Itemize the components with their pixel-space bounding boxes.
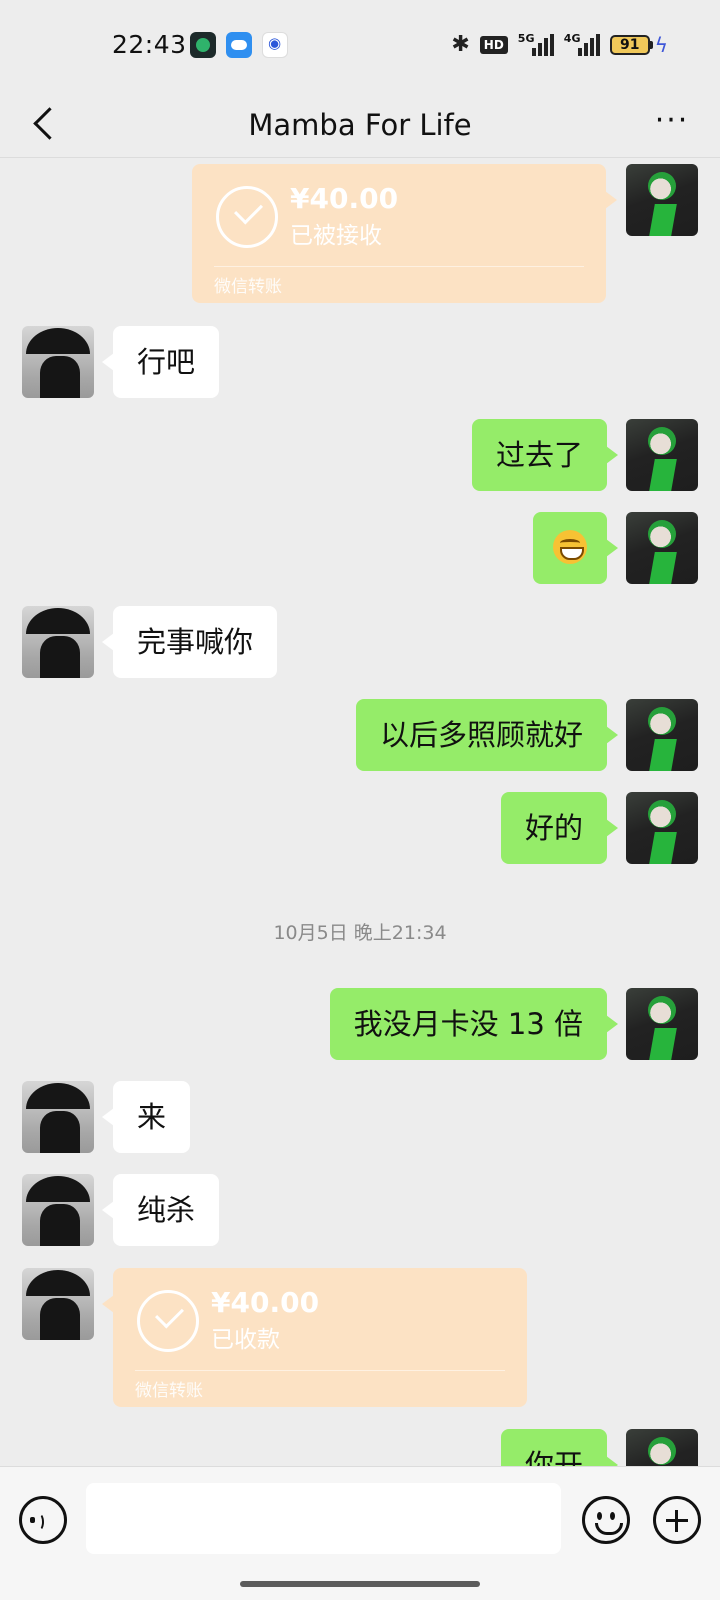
contact-avatar[interactable] <box>22 1081 94 1153</box>
my-avatar[interactable] <box>626 988 698 1060</box>
chat-input-bar <box>0 1466 720 1600</box>
weather-app-icon <box>226 32 252 58</box>
my-avatar[interactable] <box>626 792 698 864</box>
contact-avatar[interactable] <box>22 606 94 678</box>
chat-header: Mamba For Life ··· <box>0 92 720 158</box>
message-bubble-sent[interactable]: 以后多照顾就好 <box>355 699 619 771</box>
message-bubble-sent[interactable]: 我没月卡没 13 倍 <box>329 988 619 1060</box>
chat-title: Mamba For Life <box>248 108 472 142</box>
status-time: 22:43 <box>112 30 187 59</box>
bluetooth-icon: ✱ <box>451 32 470 57</box>
battery-level: 91 <box>609 34 650 55</box>
voice-input-icon[interactable] <box>19 1496 67 1544</box>
transfer-label: 微信转账 <box>135 1381 203 1401</box>
message-bubble-received[interactable]: 来 <box>101 1081 191 1153</box>
emoji-bubble-sent[interactable] <box>533 512 618 584</box>
security-app-icon <box>190 32 216 58</box>
charging-icon: ϟ <box>654 32 668 57</box>
status-bar: 22:43 ✱ HD 5G 4G 91 ϟ <box>0 0 720 92</box>
my-avatar[interactable] <box>626 419 698 491</box>
check-circle-icon <box>137 1290 199 1352</box>
transfer-label: 微信转账 <box>214 277 282 297</box>
contact-avatar[interactable] <box>22 326 94 398</box>
home-indicator[interactable] <box>240 1581 480 1587</box>
transfer-status: 已被接收 <box>290 223 382 249</box>
contact-avatar[interactable] <box>22 1268 94 1340</box>
message-bubble-received[interactable]: 完事喊你 <box>101 606 278 678</box>
chat-timestamp: 10月5日 晚上21:34 <box>273 922 447 944</box>
signal-4g-icon: 4G <box>564 32 600 56</box>
contact-avatar[interactable] <box>22 1174 94 1246</box>
plus-icon[interactable] <box>653 1496 701 1544</box>
emoji-picker-icon[interactable] <box>582 1496 630 1544</box>
hd-voice-icon: HD <box>479 35 508 54</box>
signal-5g-icon: 5G <box>518 32 554 56</box>
battery-icon: 91 ϟ <box>609 32 668 57</box>
more-options-icon[interactable]: ··· <box>650 104 694 144</box>
message-bubble-received[interactable]: 行吧 <box>101 326 220 398</box>
transfer-card-sent[interactable]: ¥40.00 已被接收 微信转账 <box>192 164 617 303</box>
transfer-amount: ¥40.00 <box>211 1286 320 1319</box>
check-circle-icon <box>216 186 278 248</box>
my-avatar[interactable] <box>626 512 698 584</box>
my-avatar[interactable] <box>626 164 698 236</box>
transfer-status: 已收款 <box>211 1327 280 1353</box>
grinning-face-icon <box>553 530 587 564</box>
baidu-app-icon <box>262 32 288 58</box>
my-avatar[interactable] <box>626 699 698 771</box>
message-bubble-sent[interactable]: 好的 <box>500 792 619 864</box>
message-input[interactable] <box>86 1483 561 1554</box>
message-bubble-sent[interactable]: 过去了 <box>471 419 619 491</box>
transfer-card-received[interactable]: ¥40.00 已收款 微信转账 <box>102 1268 527 1407</box>
transfer-amount: ¥40.00 <box>290 182 399 215</box>
message-bubble-received[interactable]: 纯杀 <box>101 1174 220 1246</box>
